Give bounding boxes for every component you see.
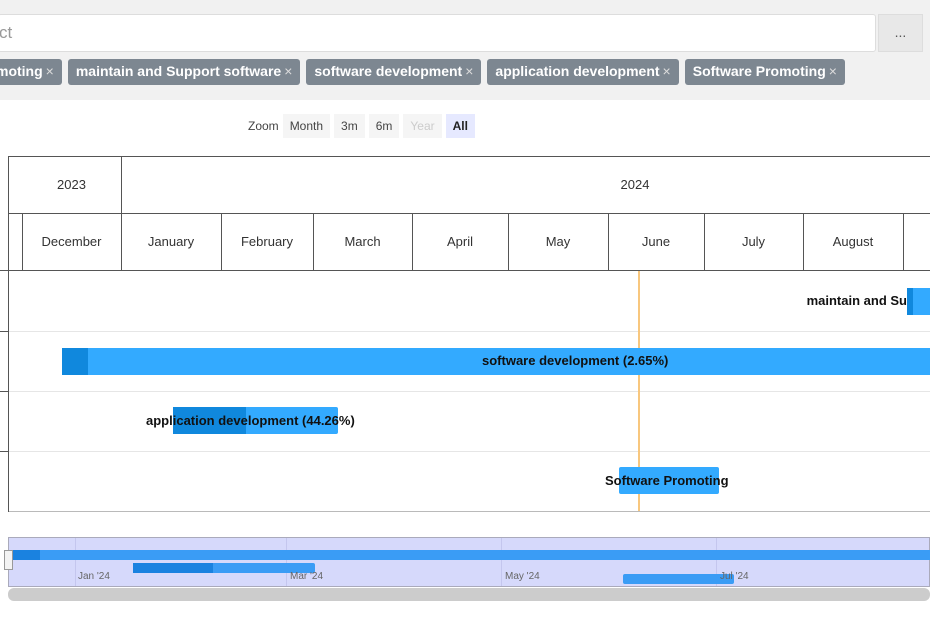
tag[interactable]: maintain and Support software ×	[67, 59, 301, 85]
tag-list: moting × maintain and Support software × s…	[0, 59, 845, 85]
tag-label: application development	[495, 63, 660, 79]
zoom-month-button[interactable]: Month	[282, 114, 331, 138]
year-2023: 2023	[57, 177, 86, 192]
navigator-series	[133, 563, 315, 573]
remove-icon[interactable]: ×	[465, 63, 473, 79]
tag[interactable]: software development ×	[306, 59, 482, 85]
row-line	[8, 391, 930, 392]
row-tick	[0, 451, 8, 452]
task-label: maintain and Su	[806, 293, 907, 308]
month-header: February	[240, 234, 294, 249]
tag-label: moting	[0, 63, 43, 79]
input-text: ct	[0, 23, 13, 42]
zoom-controls: Zoom Month 3m 6m Year All	[248, 114, 475, 138]
month-header: April	[446, 234, 473, 249]
month-header: January	[147, 234, 195, 249]
month-header: May	[545, 234, 571, 249]
month-header: June	[641, 234, 671, 249]
row-line	[8, 511, 930, 512]
row-tick	[0, 331, 8, 332]
month-header: July	[741, 234, 766, 249]
navigator-label: Mar '24	[290, 571, 324, 582]
tag[interactable]: application development ×	[487, 59, 679, 85]
row-line	[8, 451, 930, 452]
zoom-all-button[interactable]: All	[445, 114, 475, 138]
tag-label: Software Promoting	[692, 63, 826, 79]
horizontal-scrollbar[interactable]	[8, 588, 930, 601]
month-header: March	[344, 234, 381, 249]
row-tick	[0, 391, 8, 392]
zoom-label: Zoom	[248, 119, 279, 133]
remove-icon[interactable]: ×	[663, 63, 671, 79]
row-line	[8, 331, 930, 332]
grid-line	[8, 213, 930, 214]
navigator-label: May '24	[505, 571, 540, 582]
remove-icon[interactable]: ×	[829, 63, 837, 79]
month-header: August	[832, 234, 874, 249]
gantt-grid	[8, 156, 930, 512]
navigator-series	[623, 574, 734, 584]
zoom-6m-button[interactable]: 6m	[368, 114, 400, 138]
navigator-label: Jul '24	[720, 571, 749, 582]
tag-label: maintain and Support software	[75, 63, 282, 79]
task-label: software development (2.65%)	[482, 353, 669, 368]
row-tick	[0, 270, 8, 271]
more-button[interactable]: ...	[878, 14, 923, 52]
grid-line	[8, 270, 930, 271]
zoom-3m-button[interactable]: 3m	[334, 114, 365, 138]
remove-icon[interactable]: ×	[46, 63, 54, 79]
filter-input[interactable]: ct	[0, 14, 876, 52]
navigator-series	[10, 550, 930, 560]
month-header: December	[41, 234, 102, 249]
task-label: Software Promoting	[605, 473, 729, 488]
month-header: Se	[903, 234, 930, 249]
year-2024: 2024	[620, 177, 650, 192]
task-bar-maintain[interactable]	[907, 288, 930, 315]
task-label: application development (44.26%)	[146, 413, 355, 428]
zoom-year-button: Year	[403, 114, 442, 138]
tag-label: software development	[314, 63, 463, 79]
tag[interactable]: Software Promoting ×	[684, 59, 845, 85]
remove-icon[interactable]: ×	[284, 63, 292, 79]
navigator-label: Jan '24	[78, 571, 110, 582]
tag[interactable]: moting ×	[0, 59, 62, 85]
navigator-handle[interactable]	[4, 550, 13, 570]
navigator[interactable]	[8, 537, 930, 587]
